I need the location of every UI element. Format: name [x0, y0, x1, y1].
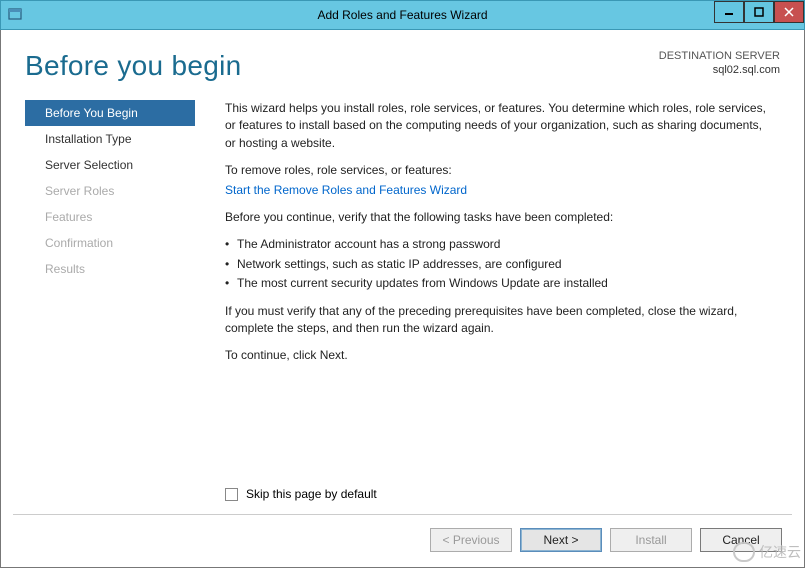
maximize-button[interactable] [744, 1, 774, 23]
sidebar-item-features: Features [25, 204, 195, 230]
next-button[interactable]: Next > [520, 528, 602, 552]
app-icon [7, 7, 23, 23]
verify-intro: Before you continue, verify that the fol… [225, 209, 774, 226]
previous-button: < Previous [430, 528, 512, 552]
list-item: The Administrator account has a strong p… [225, 236, 774, 253]
wizard-content: Before you begin DESTINATION SERVER sql0… [0, 30, 805, 568]
remove-prefix: To remove roles, role services, or featu… [225, 162, 774, 179]
footer-divider [13, 514, 792, 515]
button-row: < Previous Next > Install Cancel [430, 528, 782, 552]
prereq-list: The Administrator account has a strong p… [225, 236, 774, 292]
destination-value: sql02.sql.com [659, 64, 780, 78]
verify-outro: If you must verify that any of the prece… [225, 303, 774, 338]
sidebar-item-installation-type[interactable]: Installation Type [25, 126, 195, 152]
destination-label: DESTINATION SERVER [659, 50, 780, 64]
intro-text: This wizard helps you install roles, rol… [225, 100, 774, 152]
skip-checkbox[interactable] [225, 488, 238, 501]
destination-block: DESTINATION SERVER sql02.sql.com [659, 50, 780, 78]
window-title: Add Roles and Features Wizard [317, 8, 487, 22]
sidebar-item-server-roles: Server Roles [25, 178, 195, 204]
sidebar: Before You Begin Installation Type Serve… [25, 100, 195, 375]
sidebar-item-results: Results [25, 256, 195, 282]
main-panel: This wizard helps you install roles, rol… [195, 100, 780, 375]
page-title: Before you begin [25, 50, 242, 82]
titlebar: Add Roles and Features Wizard [0, 0, 805, 30]
body-row: Before You Begin Installation Type Serve… [25, 100, 780, 375]
sidebar-item-confirmation: Confirmation [25, 230, 195, 256]
header-row: Before you begin DESTINATION SERVER sql0… [25, 50, 780, 82]
skip-row: Skip this page by default [225, 487, 377, 501]
sidebar-item-before-you-begin[interactable]: Before You Begin [25, 100, 195, 126]
window-controls [714, 1, 804, 29]
continue-hint: To continue, click Next. [225, 347, 774, 364]
list-item: Network settings, such as static IP addr… [225, 256, 774, 273]
install-button: Install [610, 528, 692, 552]
minimize-button[interactable] [714, 1, 744, 23]
remove-wizard-link[interactable]: Start the Remove Roles and Features Wiza… [225, 183, 467, 197]
cancel-button[interactable]: Cancel [700, 528, 782, 552]
sidebar-item-server-selection[interactable]: Server Selection [25, 152, 195, 178]
list-item: The most current security updates from W… [225, 275, 774, 292]
close-button[interactable] [774, 1, 804, 23]
skip-label: Skip this page by default [246, 487, 377, 501]
